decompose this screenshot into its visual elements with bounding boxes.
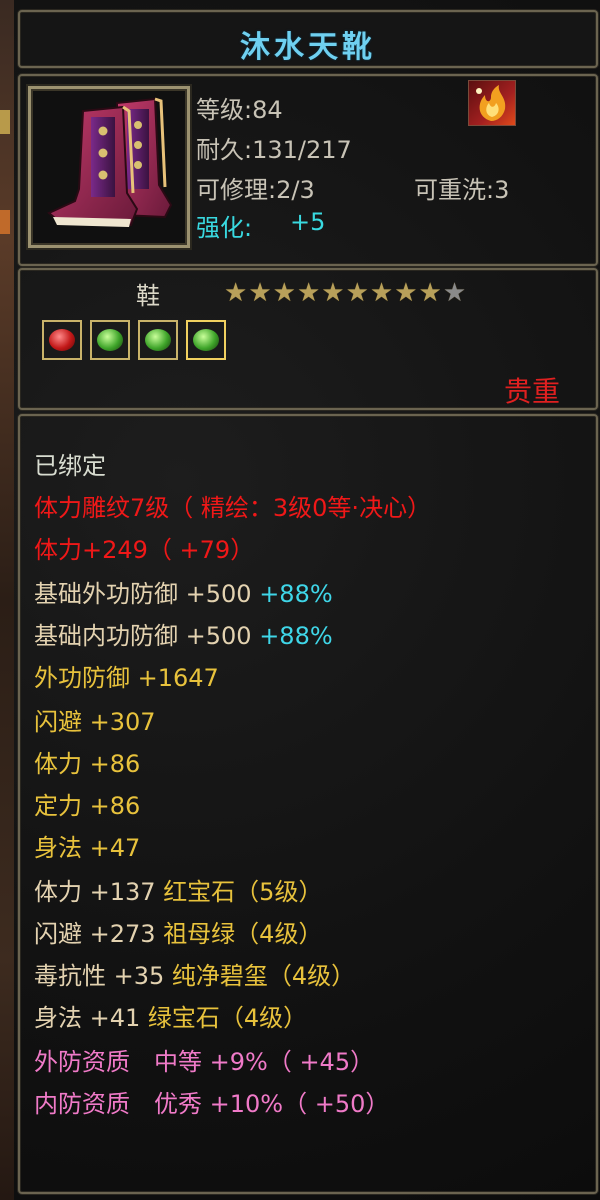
boots-icon — [47, 97, 173, 227]
green-gem-icon[interactable] — [138, 320, 178, 360]
gem-stat-value: 体力 +137 — [34, 878, 164, 906]
gem-stat-value: 毒抗性 +35 — [34, 962, 172, 990]
border-mark — [0, 110, 10, 134]
base-int-def-label: 基础内功防御 +500 — [34, 622, 252, 650]
green-gem-icon[interactable] — [186, 320, 226, 360]
star-icon: ★ — [369, 278, 394, 308]
vitality-line: 体力 +86 — [34, 750, 141, 778]
gem-stat-value: 闪避 +273 — [34, 920, 164, 948]
red-gem-icon[interactable] — [42, 320, 82, 360]
star-empty-icon: ★ — [442, 278, 467, 308]
gem-poison-text: 毒抗性 +35 纯净碧玺（4级） — [34, 962, 355, 990]
star-icon: ★ — [345, 278, 369, 308]
bound-status: 已绑定 — [34, 452, 106, 480]
gem-name: 纯净碧玺（4级） — [171, 962, 356, 990]
gem-dodge-line: 闪避 +273 祖母绿（4级） — [34, 914, 322, 949]
base-ext-def-pct: +88% — [259, 580, 333, 608]
item-icon-frame — [28, 86, 190, 248]
item-durability: 耐久:131/217 — [196, 136, 352, 164]
star-icon: ★ — [296, 278, 321, 308]
gem-agility-line: 身法 +41 绿宝石（4级） — [34, 998, 307, 1033]
base-int-def-pct: +88% — [259, 622, 333, 650]
fire-attribute-icon — [468, 80, 516, 126]
gem-vitality-text: 体力 +137 红宝石（5级） — [34, 878, 322, 906]
ext-def-line: 外功防御 +1647 — [34, 664, 219, 692]
item-tooltip-panel: 沐水天靴 等级:84 耐久:131/217 可修理:2/3 可重洗:3 强化: … — [0, 0, 600, 1200]
vitality-bonus-line: 体力+249（ +79） — [34, 536, 255, 564]
title-bar: 沐水天靴 — [18, 10, 598, 68]
star-icon: ★ — [272, 278, 296, 308]
dodge-line: 闪避 +307 — [34, 708, 156, 736]
star-icon: ★ — [224, 278, 248, 308]
ext-quality-line: 外防资质 中等 +9%（ +45） — [34, 1048, 375, 1076]
star-icon: ★ — [321, 278, 345, 308]
base-int-def-line: 基础内功防御 +500 +88% — [34, 616, 333, 651]
strengthen-label: 强化: — [196, 214, 253, 242]
gem-poison-line: 毒抗性 +35 纯净碧玺（4级） — [34, 956, 355, 991]
gem-name: 祖母绿（4级） — [163, 920, 323, 948]
item-rewash-count: 可重洗:3 — [414, 176, 510, 204]
star-icon: ★ — [248, 278, 272, 308]
base-ext-def-label: 基础外功防御 +500 — [34, 580, 252, 608]
gem-agility-text: 身法 +41 绿宝石（4级） — [34, 1004, 307, 1032]
int-quality-line: 内防资质 优秀 +10%（ +50） — [34, 1090, 390, 1118]
star-rating: ★ ★ ★ ★ ★ ★ ★ ★ ★ ★ — [224, 280, 466, 306]
left-border-decoration — [0, 0, 14, 1200]
star-icon: ★ — [418, 278, 442, 308]
border-mark — [0, 210, 10, 234]
base-ext-def-line: 基础外功防御 +500 +88% — [34, 574, 333, 609]
agility-line: 身法 +47 — [34, 834, 141, 862]
engrave-line: 体力雕纹7级（ 精绘：3级0等·决心） — [34, 494, 432, 522]
item-type: 鞋 — [136, 282, 160, 310]
item-name: 沐水天靴 — [240, 30, 376, 65]
gem-stat-value: 身法 +41 — [34, 1004, 148, 1032]
focus-line: 定力 +86 — [34, 792, 141, 820]
star-icon: ★ — [394, 278, 418, 308]
gem-name: 绿宝石（4级） — [147, 1004, 308, 1032]
gem-dodge-text: 闪避 +273 祖母绿（4级） — [34, 920, 322, 948]
gem-slots — [42, 320, 226, 360]
item-quality: 贵重 — [503, 375, 560, 408]
gem-vitality-line: 体力 +137 红宝石（5级） — [34, 872, 322, 907]
green-gem-icon[interactable] — [90, 320, 130, 360]
gem-name: 红宝石（5级） — [163, 878, 323, 906]
item-repair-count: 可修理:2/3 — [196, 176, 315, 204]
item-level: 等级:84 — [196, 96, 283, 124]
flame-icon — [476, 85, 506, 121]
strengthen-value: +5 — [290, 208, 326, 236]
